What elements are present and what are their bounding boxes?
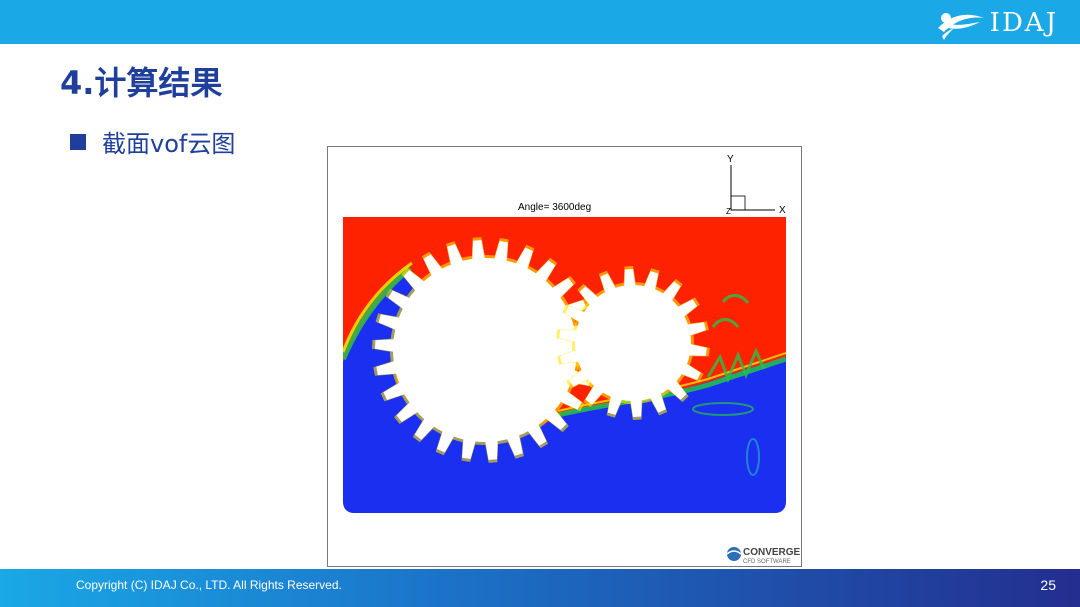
angle-label: Angle= 3600deg bbox=[518, 202, 591, 213]
converge-logo: CONVERGE CFD SOFTWARE bbox=[726, 547, 801, 565]
header-bar: IDAJ bbox=[0, 0, 1080, 44]
converge-logo-icon bbox=[727, 547, 741, 561]
axis-z-label: Z bbox=[726, 207, 731, 216]
axis-x-label: X bbox=[779, 205, 786, 216]
logo-text: IDAJ bbox=[989, 8, 1058, 38]
logo-swoosh-icon bbox=[937, 13, 984, 40]
vof-contour-image: Angle= 3600deg Y X Z CONVERGE CFD SOFTWA… bbox=[327, 146, 802, 567]
bullet-item: 截面vof云图 bbox=[70, 124, 235, 159]
idaj-logo: IDAJ bbox=[934, 6, 1058, 40]
bullet-square-icon bbox=[70, 133, 86, 150]
axis-y-label: Y bbox=[727, 154, 734, 165]
vof-contour-svg: Angle= 3600deg Y X Z CONVERGE CFD SOFTWA… bbox=[343, 154, 801, 565]
bullet-text: 截面vof云图 bbox=[102, 130, 236, 158]
axis-triad-icon: Y X Z bbox=[726, 154, 786, 216]
converge-brand-name: CONVERGE bbox=[743, 547, 801, 558]
converge-brand-sub: CFD SOFTWARE bbox=[743, 559, 791, 565]
page-number: 25 bbox=[1040, 577, 1056, 593]
copyright-text: Copyright (C) IDAJ Co., LTD. All Rights … bbox=[76, 578, 342, 592]
page-title: 4.计算结果 bbox=[60, 64, 223, 102]
footer-bar: Copyright (C) IDAJ Co., LTD. All Rights … bbox=[0, 569, 1080, 607]
